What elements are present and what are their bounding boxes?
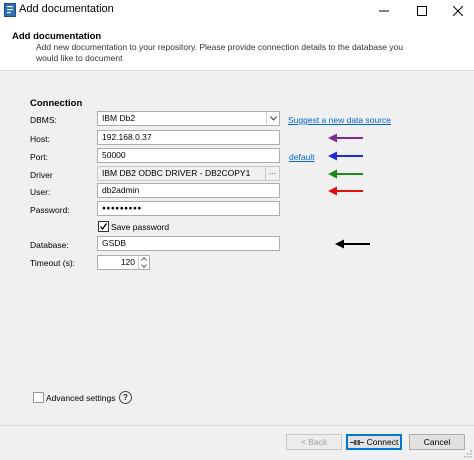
annotation-arrow-port	[328, 151, 363, 161]
connection-section-title: Connection	[30, 98, 83, 109]
driver-field: IBM DB2 ODBC DRIVER - DB2COPY1 ···	[97, 166, 280, 181]
help-icon[interactable]: ?	[119, 391, 132, 404]
dbms-select[interactable]: IBM Db2	[97, 111, 280, 126]
dbms-value: IBM Db2	[102, 113, 136, 123]
user-label: User:	[30, 187, 51, 197]
window-title: Add documentation	[19, 3, 114, 15]
spin-down-icon[interactable]	[141, 264, 147, 268]
port-label: Port:	[30, 152, 48, 162]
resize-grip-icon[interactable]	[463, 449, 472, 458]
connect-button-label: Connect	[366, 437, 399, 447]
host-input[interactable]: 192.168.0.37	[97, 130, 280, 145]
password-label: Password:	[30, 205, 70, 215]
close-button[interactable]	[440, 0, 474, 22]
checkmark-icon	[99, 223, 108, 231]
timeout-stepper[interactable]: 120	[97, 255, 150, 270]
annotation-arrow-database	[335, 239, 370, 249]
password-input[interactable]: ●●●●●●●●●	[97, 201, 280, 216]
close-icon	[453, 6, 463, 16]
database-label: Database:	[30, 240, 69, 250]
port-input[interactable]: 50000	[97, 148, 280, 163]
annotation-arrow-driver	[328, 169, 363, 179]
title-bar: Add documentation	[0, 0, 474, 22]
save-password-label: Save password	[111, 222, 170, 232]
minimize-icon	[379, 10, 389, 12]
dbms-label: DBMS:	[30, 115, 57, 125]
maximize-icon	[417, 6, 427, 16]
header-title: Add documentation	[12, 31, 102, 42]
database-input[interactable]: GSDB	[97, 236, 280, 251]
maximize-button[interactable]	[404, 0, 440, 22]
driver-value: IBM DB2 ODBC DRIVER - DB2COPY1	[102, 168, 251, 178]
annotation-arrow-user	[328, 186, 363, 196]
app-document-icon	[4, 3, 16, 17]
connect-button[interactable]: Connect	[346, 434, 402, 450]
driver-browse-button[interactable]: ···	[265, 167, 279, 180]
advanced-settings-checkbox[interactable]	[33, 392, 44, 403]
chevron-down-icon	[269, 116, 277, 121]
host-label: Host:	[30, 134, 50, 144]
timeout-spin-buttons[interactable]	[138, 256, 149, 269]
header-description: Add new documentation to your repository…	[36, 42, 403, 63]
driver-label: Driver	[30, 170, 53, 180]
spin-up-icon[interactable]	[141, 257, 147, 261]
timeout-value: 120	[120, 257, 135, 267]
connect-plug-icon	[349, 439, 364, 445]
annotation-arrow-host	[328, 133, 363, 143]
user-input[interactable]: db2admin	[97, 183, 280, 198]
footer-divider	[0, 425, 474, 426]
save-password-checkbox[interactable]	[98, 221, 109, 232]
advanced-settings-label: Advanced settings	[46, 393, 116, 403]
timeout-label: Timeout (s):	[30, 258, 76, 268]
port-default-link[interactable]: default	[289, 152, 315, 162]
minimize-button[interactable]	[366, 0, 402, 22]
suggest-data-source-link[interactable]: Suggest a new data source	[288, 115, 391, 125]
back-button[interactable]: < Back	[286, 434, 342, 450]
dialog-header: Add documentation Add new documentation …	[0, 22, 474, 71]
dbms-dropdown-button[interactable]	[266, 112, 279, 125]
cancel-button[interactable]: Cancel	[409, 434, 465, 450]
